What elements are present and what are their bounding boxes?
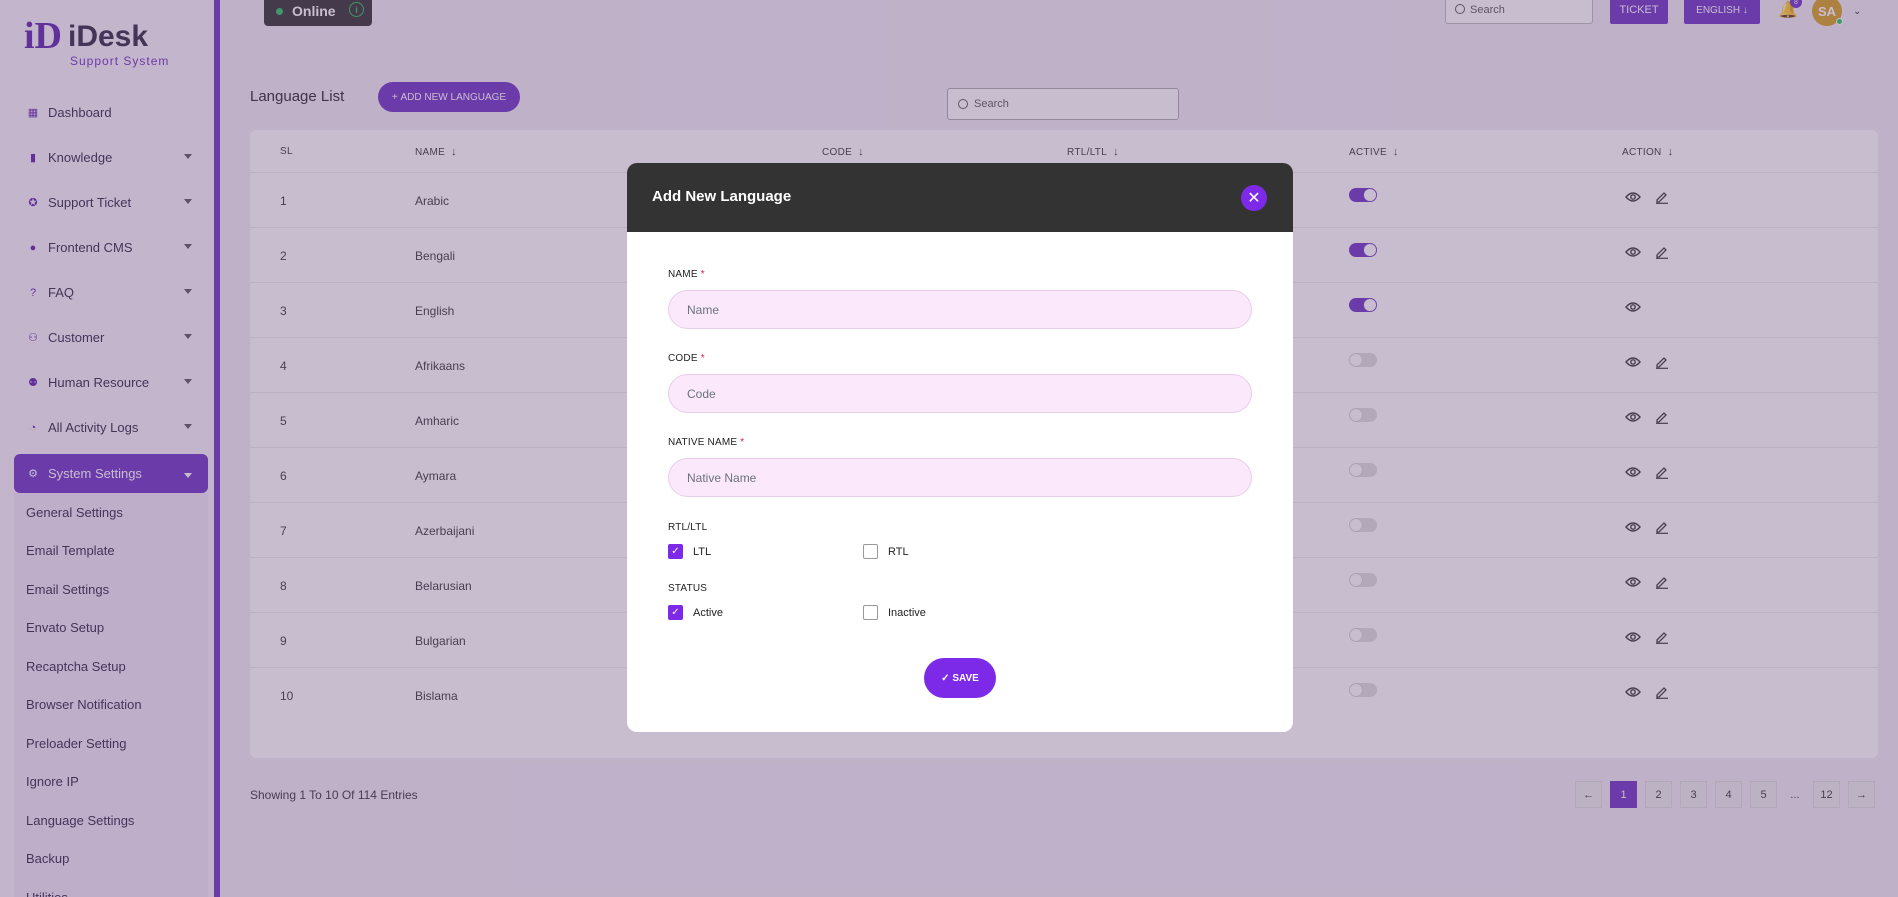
active-label: Active: [693, 606, 723, 619]
inactive-checkbox-option[interactable]: Inactive: [863, 605, 926, 620]
name-label: NAME *: [668, 269, 705, 280]
modal-title: Add New Language: [652, 188, 792, 205]
native-name-label: NATIVE NAME *: [668, 437, 744, 448]
ltl-label: LTL: [693, 545, 712, 558]
status-label: STATUS: [668, 583, 708, 594]
code-label-text: CODE: [668, 353, 698, 364]
name-label-text: NAME: [668, 269, 698, 280]
name-input[interactable]: [668, 290, 1252, 329]
code-input[interactable]: [668, 374, 1252, 413]
inactive-label: Inactive: [888, 606, 926, 619]
code-label: CODE *: [668, 353, 705, 364]
native-name-input[interactable]: [668, 458, 1252, 497]
active-checkbox[interactable]: ✓: [668, 605, 683, 620]
inactive-checkbox[interactable]: [863, 605, 878, 620]
rtl-label: RTL: [888, 545, 909, 558]
ltl-checkbox[interactable]: ✓: [668, 544, 683, 559]
close-button[interactable]: ✕: [1241, 185, 1267, 211]
required-mark: *: [700, 353, 705, 364]
rtl-checkbox[interactable]: [863, 544, 878, 559]
save-label: SAVE: [952, 672, 979, 684]
save-button[interactable]: ✓ SAVE: [924, 658, 996, 698]
required-mark: *: [740, 437, 745, 448]
add-language-modal: Add New Language ✕ NAME * CODE * NATIVE …: [627, 163, 1293, 732]
check-icon: ✓: [941, 672, 953, 684]
required-mark: *: [700, 269, 705, 280]
close-icon: ✕: [1247, 190, 1261, 207]
rtl-checkbox-option[interactable]: RTL: [863, 544, 909, 559]
active-checkbox-option[interactable]: ✓ Active: [668, 605, 723, 620]
modal-header: Add New Language ✕: [627, 163, 1293, 232]
direction-label: RTL/LTL: [668, 522, 708, 533]
native-name-label-text: NATIVE NAME: [668, 437, 738, 448]
ltl-checkbox-option[interactable]: ✓ LTL: [668, 544, 711, 559]
